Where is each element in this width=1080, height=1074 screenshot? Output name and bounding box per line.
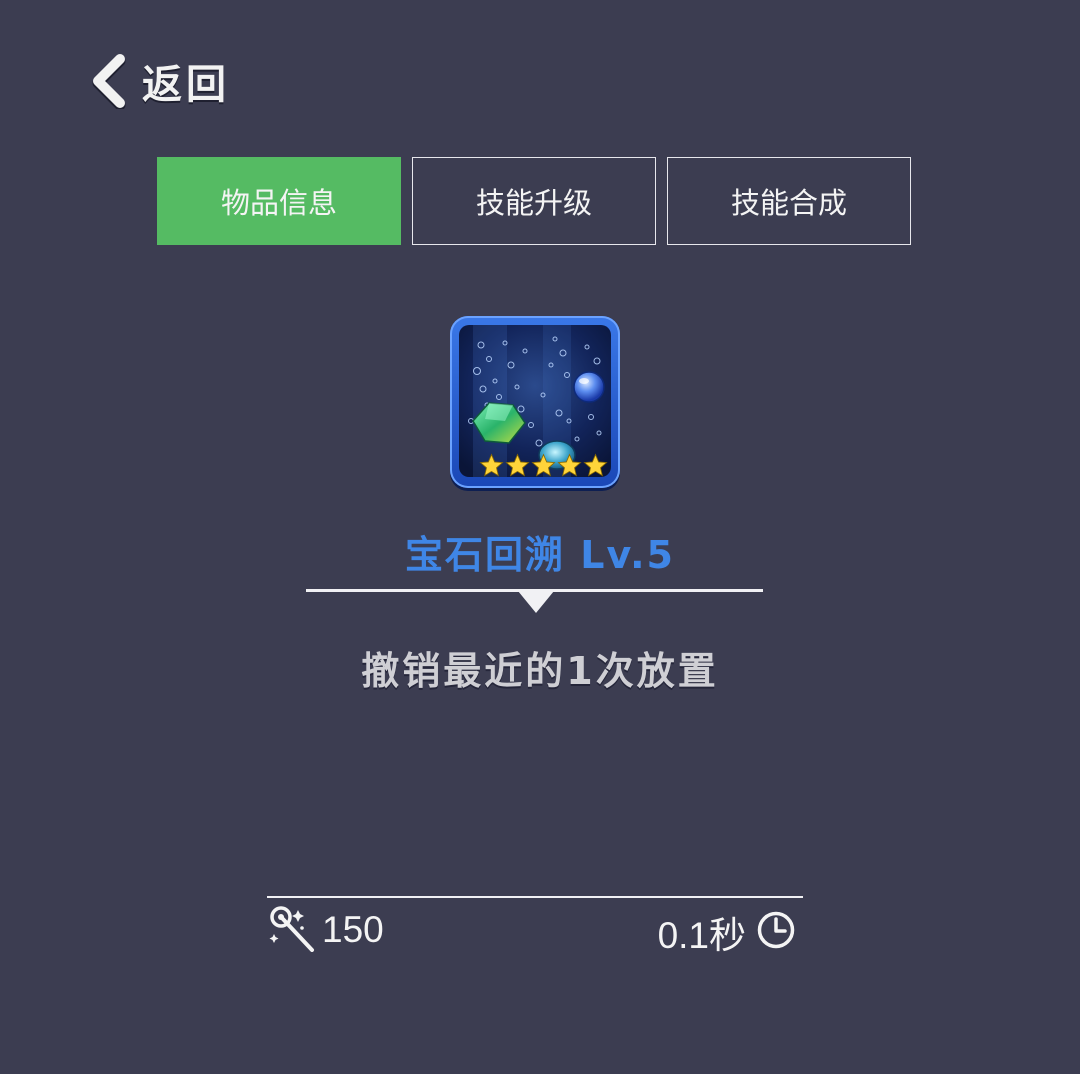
cost-display: 150 xyxy=(268,904,384,956)
skill-info-screen: 返回 物品信息 技能升级 技能合成 宝石回溯 Lv.5 撤销最近的1次放置 15… xyxy=(0,0,1080,1074)
back-button[interactable]: 返回 xyxy=(88,52,230,110)
star-rating xyxy=(479,453,609,477)
tab-label: 技能升级 xyxy=(475,186,592,220)
clock-icon xyxy=(756,910,796,954)
divider xyxy=(267,896,803,898)
duration-display: 0.1秒 xyxy=(658,906,796,958)
item-description: 撤销最近的1次放置 xyxy=(361,649,719,693)
star-icon xyxy=(583,453,608,477)
cost-value: 150 xyxy=(322,909,384,950)
chevron-left-icon xyxy=(88,53,128,109)
gem-rewind-icon xyxy=(459,325,611,477)
duration-value: 0.1秒 xyxy=(657,915,746,956)
star-icon xyxy=(479,453,504,477)
star-icon xyxy=(531,453,556,477)
tab-label: 物品信息 xyxy=(220,186,337,220)
skill-icon-frame xyxy=(450,316,620,488)
tab-label: 技能合成 xyxy=(730,186,847,220)
item-name: 宝石回溯 Lv.5 xyxy=(405,533,675,577)
magic-wand-icon xyxy=(268,904,316,956)
tab-bar: 物品信息 技能升级 技能合成 xyxy=(157,157,911,245)
star-icon xyxy=(505,453,530,477)
star-icon xyxy=(557,453,582,477)
pointer-triangle xyxy=(518,591,554,613)
tab-skill-upgrade[interactable]: 技能升级 xyxy=(412,157,656,245)
tab-item-info[interactable]: 物品信息 xyxy=(157,157,401,245)
back-label: 返回 xyxy=(142,62,230,108)
tab-skill-merge[interactable]: 技能合成 xyxy=(667,157,911,245)
